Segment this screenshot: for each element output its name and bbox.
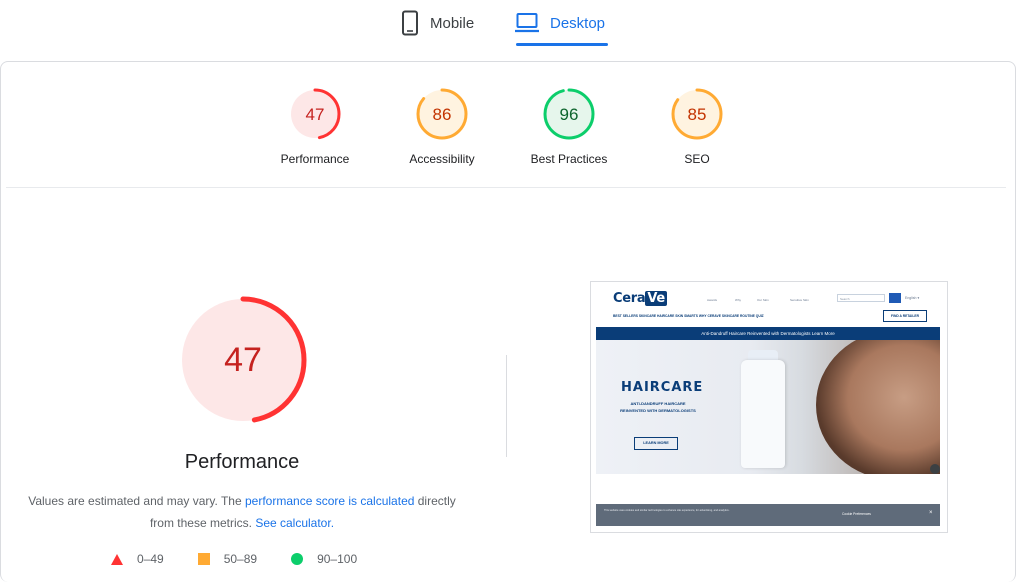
gauge-performance[interactable]: 47 Performance bbox=[250, 87, 380, 166]
site-hero: HAIRCARE ANTI-DANDRUFF HAIRCARE REINVENT… bbox=[596, 340, 940, 474]
gauge-best-practices-label: Best Practices bbox=[530, 152, 608, 166]
legend-average-range: 50–89 bbox=[223, 552, 258, 566]
site-topnav-3: Our Skin bbox=[757, 298, 769, 302]
final-screenshot[interactable]: Cera Ve Awards Why Our Skin Sensitive Ski… bbox=[590, 281, 948, 533]
hero-subheading: ANTI-DANDRUFF HAIRCARE REINVENTED WITH D… bbox=[620, 401, 696, 413]
site-topnav-4: Sensitive Skin bbox=[790, 298, 809, 302]
tab-selected-indicator bbox=[516, 43, 608, 46]
gauge-best-practices-ring: 96 bbox=[543, 88, 595, 140]
gauge-performance-label: Performance bbox=[280, 152, 350, 166]
performance-main-gauge: 47 bbox=[179, 296, 307, 424]
tab-mobile[interactable]: Mobile bbox=[400, 0, 474, 46]
legend-average: 50–89 bbox=[197, 552, 258, 566]
legend-pass: 90–100 bbox=[291, 552, 357, 566]
site-search-icon bbox=[889, 293, 901, 303]
cerave-logo: Cera Ve bbox=[613, 291, 667, 306]
site-search-input: Search bbox=[837, 294, 885, 302]
device-tabs: Mobile Desktop bbox=[0, 0, 1024, 60]
carousel-next-icon bbox=[930, 464, 940, 474]
legend-fail: 0–49 bbox=[111, 552, 164, 566]
site-language: English ▾ bbox=[905, 296, 920, 300]
performance-description: Values are estimated and may vary. The p… bbox=[21, 490, 463, 534]
performance-title: Performance bbox=[184, 451, 300, 473]
triangle-icon bbox=[111, 553, 123, 565]
tab-desktop-label: Desktop bbox=[550, 14, 606, 32]
hero-bottle-image bbox=[741, 360, 785, 468]
mobile-phone-icon bbox=[402, 10, 418, 36]
section-divider bbox=[6, 187, 1006, 188]
site-topnav-2: Why bbox=[735, 298, 741, 302]
gauge-seo-label: SEO bbox=[684, 152, 710, 166]
cookie-close-icon: × bbox=[929, 510, 933, 516]
tab-mobile-label: Mobile bbox=[430, 14, 475, 32]
circle-icon bbox=[291, 553, 304, 565]
legend-pass-range: 90–100 bbox=[317, 552, 358, 566]
gauge-accessibility-label: Accessibility bbox=[409, 152, 475, 166]
legend-fail-range: 0–49 bbox=[137, 552, 164, 566]
cookie-text: This website uses cookies and similar te… bbox=[604, 509, 730, 512]
gauge-accessibility[interactable]: 86 Accessibility bbox=[377, 87, 507, 166]
site-topnav-1: Awards bbox=[707, 298, 717, 302]
site-header: Cera Ve Awards Why Our Skin Sensitive Ski… bbox=[591, 282, 947, 324]
desc-text-1: Values are estimated and may vary. The bbox=[28, 494, 245, 508]
score-legend: 0–49 50–89 90–100 bbox=[111, 552, 391, 566]
site-main-nav: BEST SELLERS SKINCARE HAIRCARE SKIN SMAR… bbox=[613, 314, 764, 318]
site-banner: Anti-Dandruff Haircare Reinvented with D… bbox=[596, 327, 940, 340]
gauge-seo-ring: 85 bbox=[671, 88, 723, 140]
hero-model-image bbox=[816, 340, 940, 474]
gauge-best-practices-score: 96 bbox=[560, 105, 579, 124]
hero-learn-more: LEARN MORE bbox=[634, 437, 678, 450]
gauge-performance-ring: 47 bbox=[289, 88, 341, 140]
tab-desktop[interactable]: Desktop bbox=[514, 0, 605, 46]
gauge-seo-score: 85 bbox=[688, 105, 707, 124]
gauge-seo[interactable]: 85 SEO bbox=[632, 87, 762, 166]
site-find-retailer: FIND A RETAILER bbox=[883, 310, 927, 322]
performance-score-link[interactable]: performance score is calculated bbox=[245, 494, 414, 508]
performance-main-score: 47 bbox=[224, 341, 262, 379]
category-gauges: 47 Performance 86 Accessibility 96 Best … bbox=[1, 62, 1015, 188]
report-panel: 47 Performance 86 Accessibility 96 Best … bbox=[0, 61, 1016, 582]
see-calculator-link[interactable]: See calculator. bbox=[255, 516, 334, 530]
gauge-best-practices[interactable]: 96 Best Practices bbox=[504, 87, 634, 166]
gauge-performance-score: 47 bbox=[306, 105, 325, 124]
gauge-accessibility-ring: 86 bbox=[416, 88, 468, 140]
square-icon bbox=[197, 553, 210, 565]
site-cookie-bar: This website uses cookies and similar te… bbox=[596, 504, 940, 526]
cookie-preferences-link: Cookie Preferences bbox=[842, 512, 871, 516]
gauge-accessibility-score: 86 bbox=[433, 105, 452, 124]
laptop-icon bbox=[515, 13, 539, 33]
hero-heading: HAIRCARE bbox=[621, 380, 704, 395]
vertical-separator bbox=[506, 355, 507, 457]
